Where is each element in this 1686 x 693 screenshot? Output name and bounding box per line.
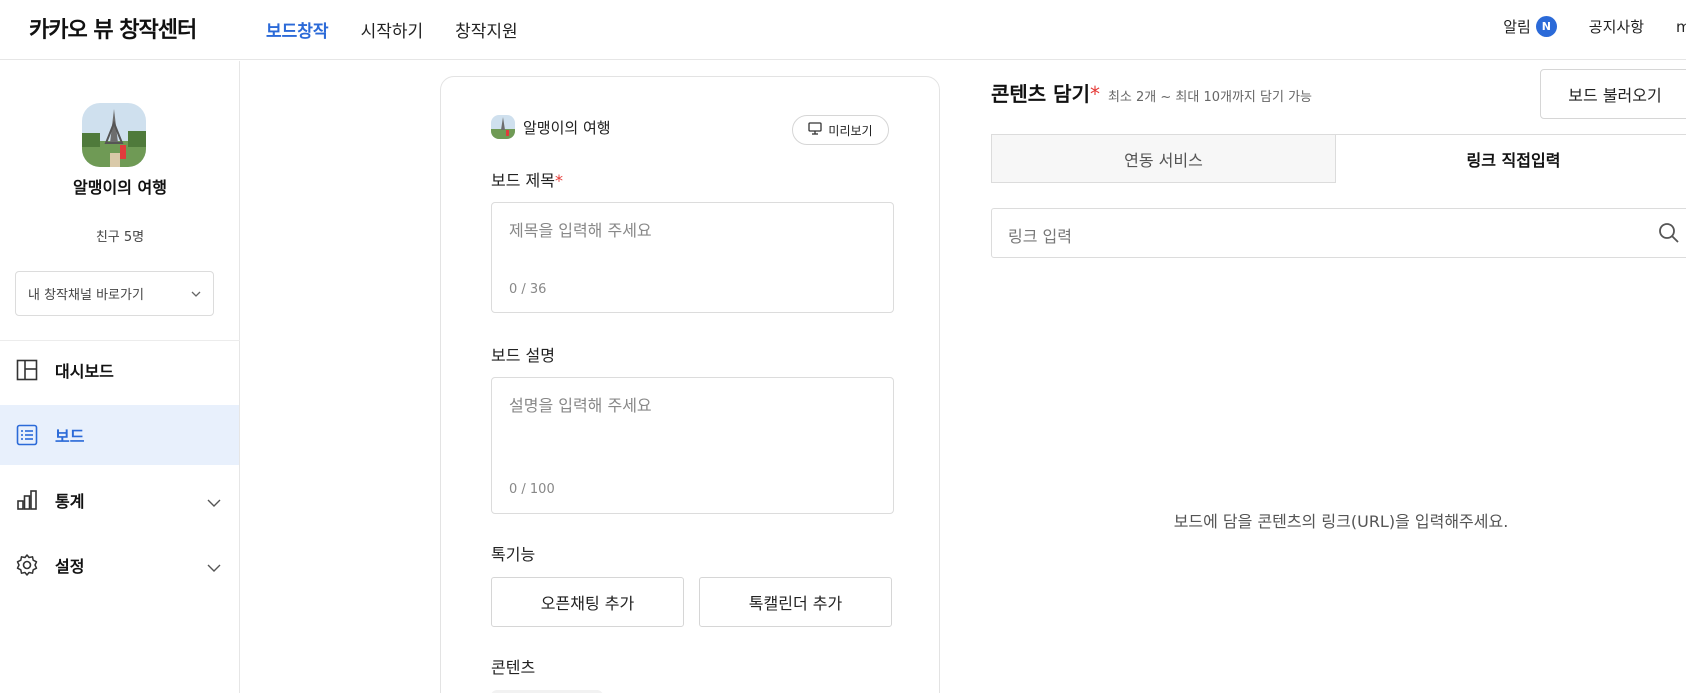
nav-getting-started[interactable]: 시작하기 — [361, 17, 424, 42]
tab-direct-link[interactable]: 링크 직접입력 — [1336, 134, 1686, 183]
chevron-down-icon — [207, 557, 221, 576]
content-panel-title: 콘텐츠 담기 — [991, 82, 1090, 106]
chevron-down-icon — [191, 286, 201, 301]
channel-shortcut-label: 내 창작채널 바로가기 — [28, 288, 144, 303]
sidebar-item-board[interactable]: 보드 — [0, 405, 239, 465]
tab-linked-service[interactable]: 연동 서비스 — [991, 134, 1336, 183]
description-char-count: 0 / 100 — [509, 482, 555, 497]
card-channel-header: 알맹이의 여행 — [491, 115, 611, 139]
settings-icon — [15, 553, 39, 577]
channel-avatar-small — [491, 115, 515, 139]
board-title-input[interactable]: 제목을 입력해 주세요 0 / 36 — [491, 202, 894, 313]
sidebar-channel-name: 알맹이의 여행 — [73, 178, 167, 197]
add-openchat-button[interactable]: 오픈채팅 추가 — [491, 577, 684, 627]
nav-creator-support[interactable]: 창작지원 — [455, 17, 518, 42]
channel-avatar — [82, 103, 146, 167]
new-badge: N — [1535, 16, 1557, 37]
sidebar-item-dashboard[interactable]: 대시보드 — [0, 340, 239, 400]
add-talkcalendar-button[interactable]: 톡캘린더 추가 — [699, 577, 892, 627]
content-panel-header: 콘텐츠 담기 * 최소 2개 ~ 최대 10개까지 담기 가능 — [991, 78, 1312, 107]
monitor-icon — [808, 122, 828, 138]
board-form-card: 알맹이의 여행 미리보기 보드 제목* 제목을 입력해 주세요 0 / 36 보… — [440, 76, 940, 693]
card-channel-name: 알맹이의 여행 — [523, 118, 611, 137]
title-field-label: 보드 제목* — [491, 167, 563, 191]
notice-link[interactable]: 공지사항 — [1589, 16, 1644, 37]
sidebar: 알맹이의 여행 친구 5명 내 창작채널 바로가기 대시보드 보드 통계 설정 — [0, 61, 240, 693]
empty-state-message: 보드에 담을 콘텐츠의 링크(URL)을 입력해주세요. — [1173, 512, 1509, 531]
account-menu[interactable]: m — [1676, 18, 1686, 36]
friends-count: 친구 5명 — [95, 230, 145, 245]
desc-field-label: 보드 설명 — [491, 346, 555, 365]
board-list-icon — [15, 423, 39, 447]
chevron-down-icon — [207, 492, 221, 511]
sidebar-item-label: 통계 — [55, 492, 85, 511]
required-mark: * — [554, 171, 563, 190]
link-placeholder: 링크 입력 — [1008, 227, 1072, 246]
sidebar-item-stats[interactable]: 통계 — [0, 470, 239, 530]
content-panel-subtitle: 최소 2개 ~ 최대 10개까지 담기 가능 — [1107, 90, 1312, 105]
sidebar-item-label: 설정 — [55, 557, 85, 576]
title-char-count: 0 / 36 — [509, 282, 547, 297]
content-source-tabs: 연동 서비스 링크 직접입력 — [991, 134, 1686, 183]
sidebar-item-label: 대시보드 — [55, 362, 114, 381]
alarm-link[interactable]: 알림 N — [1503, 16, 1557, 37]
board-description-input[interactable]: 설명을 입력해 주세요 0 / 100 — [491, 377, 894, 514]
sidebar-item-settings[interactable]: 설정 — [0, 535, 239, 595]
talk-feature-label: 톡기능 — [491, 545, 536, 564]
title-label-text: 보드 제목 — [491, 171, 555, 190]
header-right: 알림 N 공지사항 m — [1503, 16, 1686, 37]
nav-board-create[interactable]: 보드창작 — [266, 17, 329, 42]
content-field-label: 콘텐츠 — [491, 658, 536, 677]
stats-icon — [15, 488, 39, 512]
channel-shortcut-select[interactable]: 내 창작채널 바로가기 — [15, 271, 214, 316]
app-logo[interactable]: 카카오 뷰 창작센터 — [29, 12, 197, 44]
top-nav: 보드창작 시작하기 창작지원 — [266, 17, 518, 42]
load-board-button[interactable]: 보드 불러오기 — [1540, 69, 1686, 119]
description-placeholder: 설명을 입력해 주세요 — [509, 396, 652, 415]
preview-button[interactable]: 미리보기 — [792, 115, 889, 145]
title-placeholder: 제목을 입력해 주세요 — [509, 221, 652, 240]
preview-label: 미리보기 — [828, 123, 873, 138]
alarm-label: 알림 — [1503, 18, 1531, 36]
search-icon[interactable] — [1657, 221, 1681, 249]
sidebar-item-label: 보드 — [55, 427, 85, 446]
top-header: 카카오 뷰 창작센터 보드창작 시작하기 창작지원 알림 N 공지사항 m — [0, 0, 1686, 60]
link-input-field[interactable]: 링크 입력 — [991, 208, 1686, 258]
dashboard-icon — [15, 358, 39, 382]
required-mark: * — [1089, 82, 1100, 106]
